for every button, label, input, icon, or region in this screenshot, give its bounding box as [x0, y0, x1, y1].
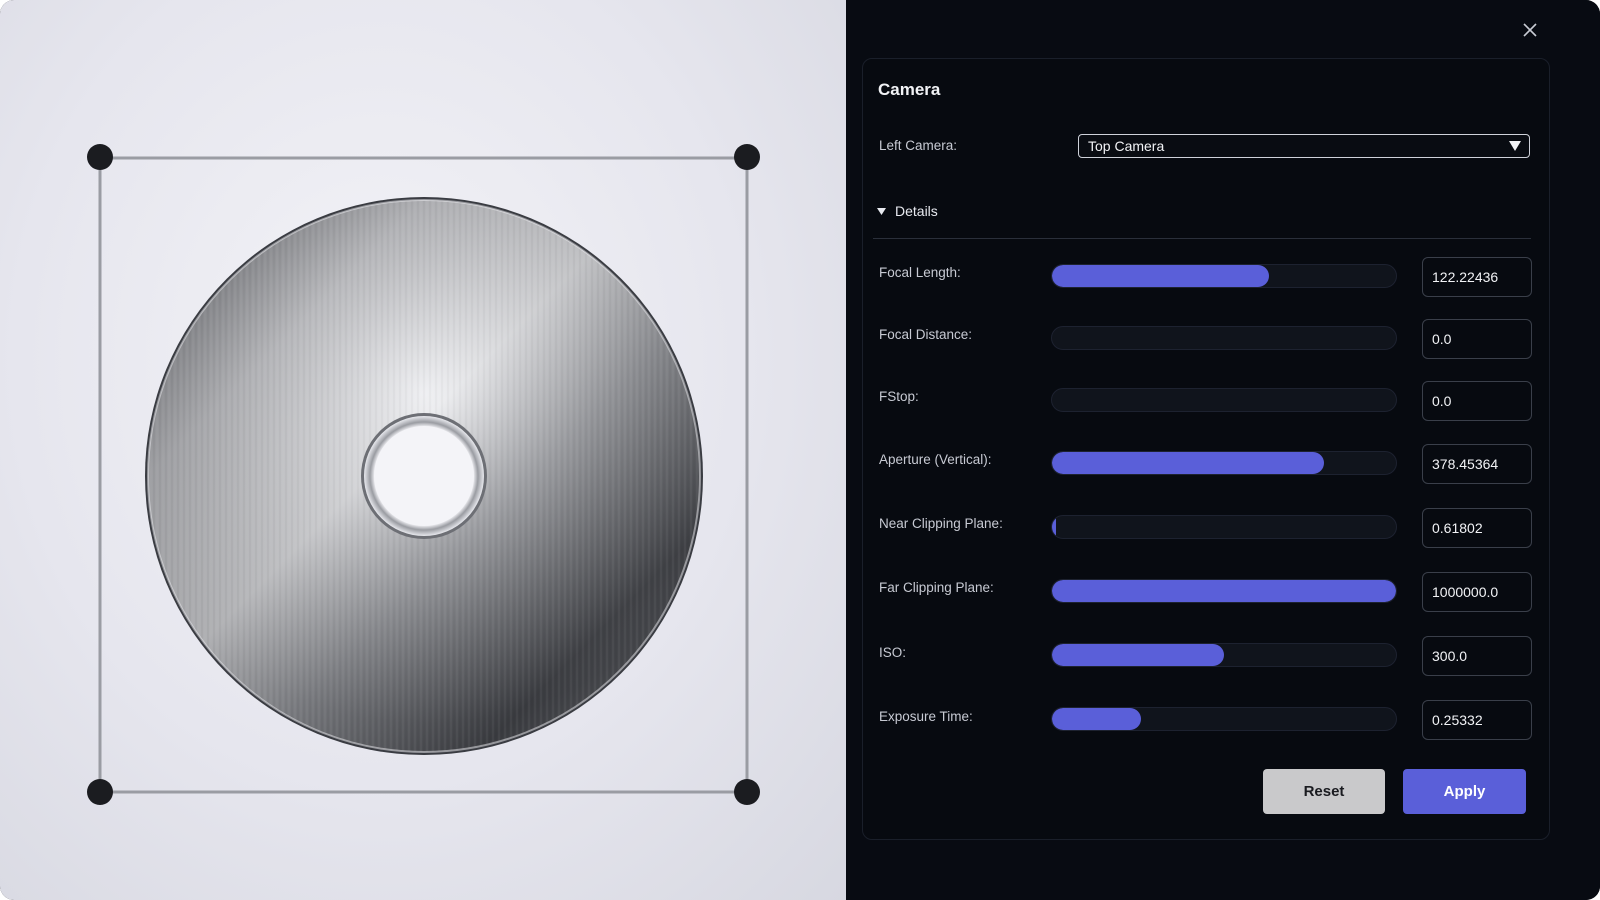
fstop-slider[interactable] — [1051, 388, 1397, 412]
scene-render — [87, 144, 760, 805]
frame-handle-top-left[interactable] — [87, 144, 113, 170]
far-clipping-plane-field[interactable] — [1422, 572, 1532, 612]
exposure-time-field[interactable] — [1422, 700, 1532, 740]
focal-length-label: Focal Length: — [879, 265, 961, 280]
fstop-label: FStop: — [879, 389, 919, 404]
left-camera-select[interactable]: Top Camera — [1078, 134, 1530, 158]
app-window: Camera Left Camera: Top Camera Details F… — [0, 0, 1600, 900]
frame-handle-bottom-left[interactable] — [87, 779, 113, 805]
focal-distance-label: Focal Distance: — [879, 327, 973, 342]
disclosure-triangle-icon — [877, 207, 886, 215]
near-clipping-plane-slider[interactable] — [1051, 515, 1397, 539]
details-label: Details — [895, 203, 938, 219]
far-clipping-plane-label: Far Clipping Plane: — [879, 580, 994, 595]
reset-button[interactable]: Reset — [1263, 769, 1385, 814]
panel-title: Camera — [878, 80, 941, 99]
frame-handle-bottom-right[interactable] — [734, 779, 760, 805]
focal-distance-field[interactable] — [1422, 319, 1532, 359]
focal-distance-slider[interactable] — [1051, 326, 1397, 350]
details-divider — [873, 238, 1531, 239]
aperture-vertical-slider[interactable] — [1051, 451, 1397, 475]
iso-slider-fill — [1052, 644, 1224, 666]
exposure-time-slider-fill — [1052, 708, 1141, 730]
dropdown-arrow-icon — [1501, 141, 1529, 151]
left-camera-selected-value: Top Camera — [1088, 138, 1165, 154]
near-clipping-plane-label: Near Clipping Plane: — [879, 516, 1003, 531]
apply-button[interactable]: Apply — [1403, 769, 1526, 814]
aperture-vertical-slider-fill — [1052, 452, 1324, 474]
close-icon — [1523, 23, 1537, 37]
exposure-time-label: Exposure Time: — [879, 709, 973, 724]
iso-slider[interactable] — [1051, 643, 1397, 667]
viewport[interactable] — [0, 0, 846, 900]
aperture-vertical-label: Aperture (Vertical): — [879, 452, 992, 467]
near-clipping-plane-field[interactable] — [1422, 508, 1532, 548]
far-clipping-plane-slider[interactable] — [1051, 579, 1397, 603]
fstop-field[interactable] — [1422, 381, 1532, 421]
iso-field[interactable] — [1422, 636, 1532, 676]
close-button[interactable] — [1518, 18, 1542, 42]
focal-length-slider-fill — [1052, 265, 1269, 287]
focal-length-slider[interactable] — [1051, 264, 1397, 288]
frame-handle-top-right[interactable] — [734, 144, 760, 170]
far-clipping-plane-slider-fill — [1052, 580, 1396, 602]
aperture-vertical-field[interactable] — [1422, 444, 1532, 484]
details-section-toggle[interactable]: Details — [877, 202, 938, 220]
focal-length-field[interactable] — [1422, 257, 1532, 297]
exposure-time-slider[interactable] — [1051, 707, 1397, 731]
disc-object[interactable] — [145, 197, 703, 755]
iso-label: ISO: — [879, 645, 907, 660]
left-camera-label: Left Camera: — [879, 138, 958, 153]
camera-panel: Camera Left Camera: Top Camera Details F… — [846, 0, 1600, 900]
near-clipping-plane-slider-fill — [1052, 516, 1056, 538]
